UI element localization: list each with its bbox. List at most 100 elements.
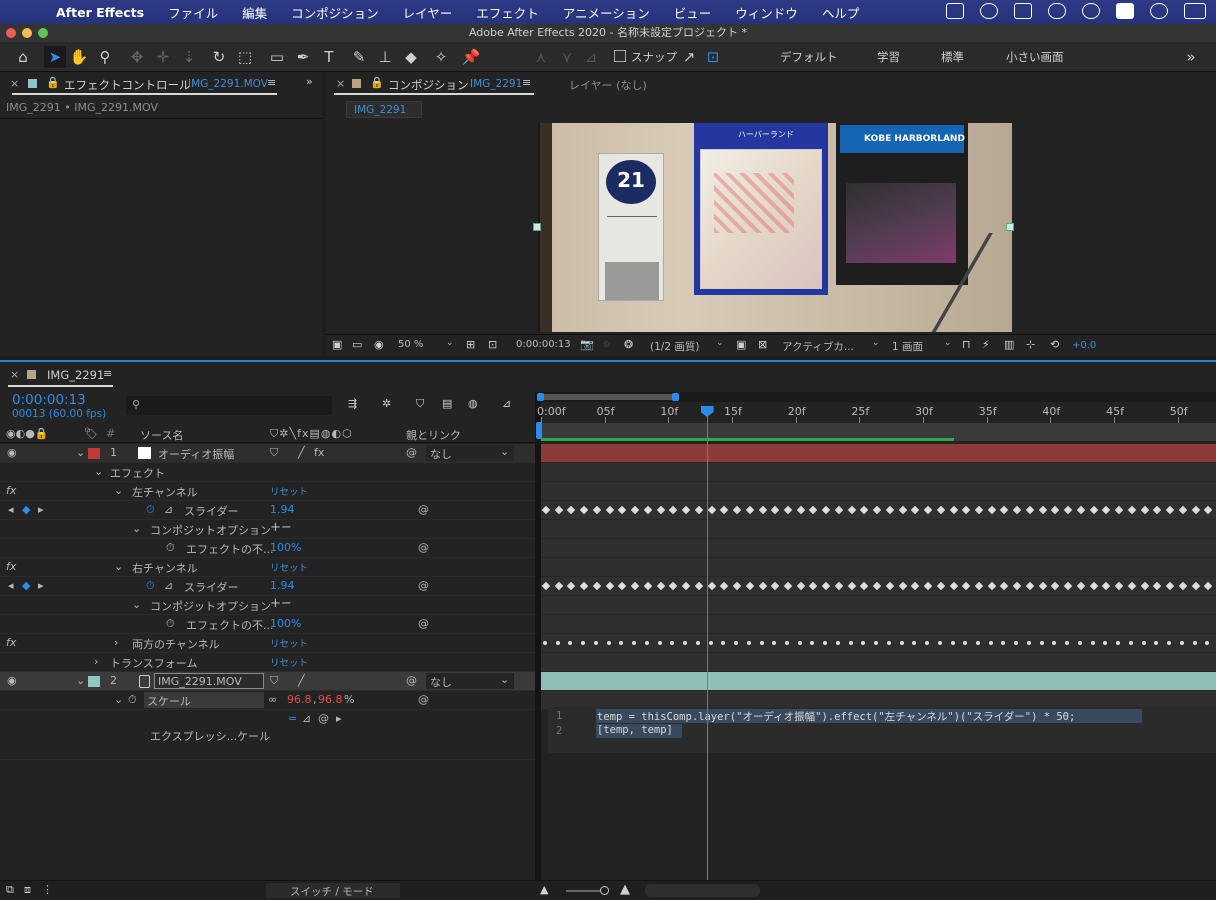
workspace-standard[interactable]: 標準 [941,49,964,65]
work-area-bar[interactable] [537,392,1216,402]
keyframe[interactable] [630,581,640,591]
home-icon[interactable]: ⌂ [12,46,34,68]
source-name-column[interactable]: ソース名 [140,427,183,443]
keyframe[interactable] [1000,581,1009,591]
keyframe[interactable] [1205,641,1210,645]
both-channels-row[interactable]: fx › 両方のチャンネル リセット [0,634,535,653]
keyframe[interactable] [708,641,713,645]
keyframe[interactable] [898,581,907,591]
fx-icon[interactable]: fx [6,484,16,497]
keyframe[interactable] [1167,641,1172,645]
reset-right-channel[interactable]: リセット [270,560,308,574]
keyframe[interactable] [732,581,742,591]
expand-icon[interactable]: ⌄ [132,598,141,611]
keyframe[interactable] [1025,581,1035,591]
pick-whip-icon[interactable]: @ [418,617,429,630]
keyframe[interactable] [911,505,920,515]
stamp-tool-icon[interactable]: ⊥ [374,46,396,68]
keyframe[interactable] [593,641,598,645]
keyframe[interactable] [1077,641,1082,645]
visibility-eye-icon[interactable]: ◉ [7,446,17,459]
workspace-learn[interactable]: 学習 [877,49,900,65]
keyframe[interactable] [683,641,688,645]
expand-panels-icon[interactable]: » [306,75,313,88]
keyframe[interactable] [1178,581,1188,591]
expression-enable-icon[interactable]: = [288,712,297,725]
keyframe[interactable] [1153,505,1162,515]
keyframe[interactable] [694,581,704,591]
timeline-menu-icon[interactable]: ≡ [103,367,112,380]
motion-blur-icon[interactable]: ◍ [468,397,478,410]
work-area-start-handle[interactable] [536,422,542,439]
keyframe[interactable] [759,641,764,645]
eraser-tool-icon[interactable]: ◆ [400,46,422,68]
reset-exposure-icon[interactable]: ⟲ [1050,338,1059,351]
snap-target-icon[interactable]: ⊡ [702,46,724,68]
keyframe[interactable] [886,641,891,645]
effect-switch-icon[interactable]: fx [314,446,324,459]
keyframe[interactable] [1114,505,1124,515]
menu-app-name[interactable]: After Effects [56,5,144,20]
keyframe[interactable] [1038,581,1047,591]
keyframe[interactable] [541,581,551,591]
keyframe[interactable] [630,505,640,515]
menu-edit[interactable]: 編集 [242,3,267,22]
lock-icon[interactable]: 🔒 [46,76,60,89]
region-of-interest-icon[interactable]: ▣ [736,338,746,351]
keyframe[interactable] [1127,581,1137,591]
keyframe[interactable] [834,581,844,591]
keyframe[interactable] [567,505,576,515]
expression-line-1[interactable]: temp = thisComp.layer("オーディオ振幅").effect(… [597,709,1075,724]
keyframe[interactable] [1165,581,1175,591]
stopwatch-icon[interactable]: ⏱ [166,617,175,631]
keyframe[interactable] [1051,505,1060,515]
keyframe[interactable] [823,641,828,645]
keyframe[interactable] [618,505,627,515]
keyframe[interactable] [974,581,984,591]
expand-icon[interactable]: ⌄ [114,693,123,706]
more-workspaces-icon[interactable]: » [1180,46,1202,68]
keyframe[interactable] [797,641,802,645]
keyframe[interactable] [681,505,691,515]
keyframe[interactable] [1140,581,1149,591]
current-timecode[interactable]: 0:00:00:13 [12,392,86,408]
close-tab-icon[interactable]: × [10,77,19,90]
layers-icon[interactable] [1014,3,1032,19]
keyframe[interactable] [632,641,637,645]
roto-brush-icon[interactable]: ✧ [430,46,452,68]
keyframe[interactable] [1052,641,1057,645]
keyframe[interactable] [618,581,627,591]
add-remove-mask-icon[interactable]: +− [270,520,292,535]
close-window-icon[interactable] [6,28,16,38]
keyframe[interactable] [1012,581,1022,591]
flowchart-icon[interactable]: ⊹ [1026,338,1035,351]
time-ruler[interactable]: 0:00f 05f 10f 15f 20f 25f 30f 35f 40f 45f 50f [537,402,1216,423]
fast-preview-icon[interactable]: ⚡ [982,338,990,351]
selection-tool-icon[interactable]: ➤ [44,46,66,68]
constrain-proportions-icon[interactable]: ∞ [268,693,277,706]
keyframe[interactable] [810,641,815,645]
pixel-aspect-icon[interactable]: ⊓ [962,338,971,351]
keyframe[interactable] [1063,505,1073,515]
keyframe[interactable] [834,505,844,515]
keyframe[interactable] [1012,505,1022,515]
exposure-value[interactable]: +0.0 [1072,340,1096,351]
input-a-icon[interactable] [1116,3,1134,19]
keyframe[interactable] [721,641,726,645]
close-timeline-tab-icon[interactable]: × [10,368,19,381]
pen-tool-icon[interactable]: ✒ [292,46,314,68]
keyframe[interactable] [567,581,576,591]
keyframe[interactable] [1141,641,1146,645]
comp-mini-flowchart-icon[interactable]: ⇶ [348,397,357,410]
pick-whip-icon[interactable]: @ [418,503,429,516]
snapshot-icon[interactable]: 📷 [580,338,594,351]
zoom-slider-thumb[interactable] [600,886,609,895]
keyframe[interactable] [783,505,793,515]
keyframe[interactable] [974,505,984,515]
frame-blending-icon[interactable]: ▤ [442,397,452,410]
layer-row-2[interactable]: ◉ ⌄ 2 IMG_2291.MOV ⛉ ╱ @ なし ⌄ [0,672,535,691]
rotate-tool-icon[interactable]: ↻ [208,46,230,68]
zoom-tool-icon[interactable]: ⚲ [94,46,116,68]
expression-language-menu-icon[interactable]: ▸ [336,712,342,725]
track-slider-right[interactable] [541,577,1216,596]
